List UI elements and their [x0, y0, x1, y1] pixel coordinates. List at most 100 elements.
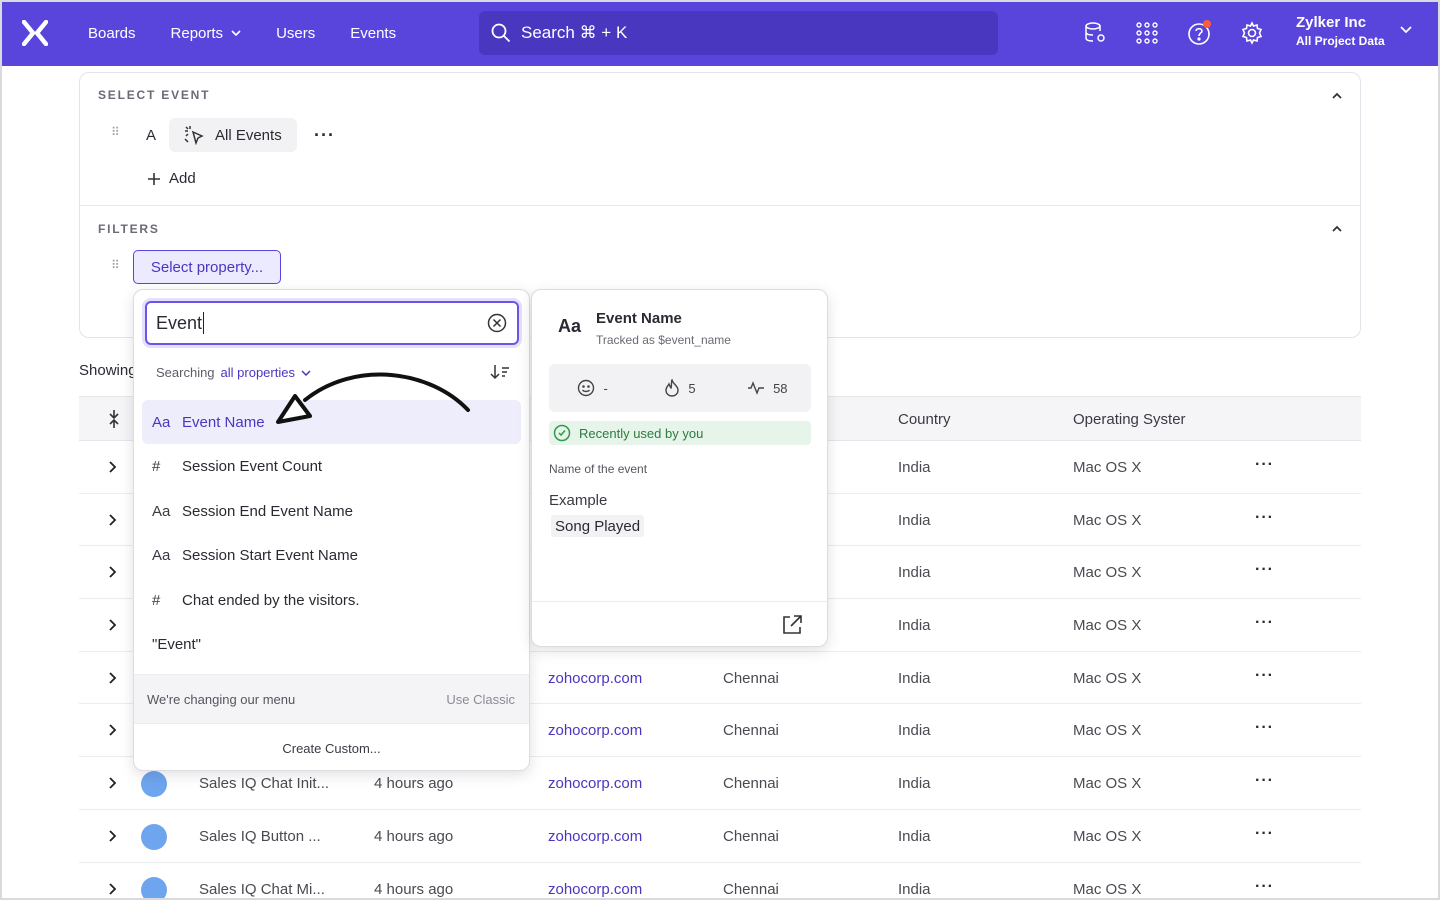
cell-event[interactable]: Sales IQ Chat Init... [199, 775, 329, 792]
example-label: Example [549, 492, 608, 509]
column-operating-system[interactable]: Operating Syster [1073, 411, 1186, 428]
row-more-icon[interactable]: ··· [1255, 456, 1274, 474]
cell-country: India [898, 775, 931, 793]
cell-time: 4 hours ago [374, 880, 454, 898]
select-event-title: SELECT EVENT [98, 88, 211, 102]
collapse-rows-icon[interactable] [107, 409, 121, 429]
cell-time: 4 hours ago [374, 827, 454, 845]
drag-handle-icon[interactable]: ⠿ [111, 259, 120, 271]
clear-circle-icon[interactable] [487, 313, 507, 333]
more-options-icon[interactable]: ··· [314, 125, 335, 146]
row-more-icon[interactable]: ··· [1255, 719, 1274, 737]
number-type-icon: # [152, 458, 161, 475]
nav-reports[interactable]: Reports [171, 25, 242, 42]
property-option-label: Session Start Event Name [182, 547, 358, 564]
apps-grid-icon[interactable] [1134, 20, 1160, 46]
property-option[interactable]: Aa Session End Event Name [142, 489, 521, 533]
all-events-chip[interactable]: All Events [169, 118, 297, 152]
chevron-right-icon[interactable] [109, 724, 117, 737]
help-icon[interactable] [1187, 20, 1213, 46]
smiley-icon [578, 379, 595, 397]
chevron-right-icon[interactable] [109, 514, 117, 526]
chevron-down-icon[interactable] [1400, 26, 1412, 34]
cell-domain-link[interactable]: zohocorp.com [548, 881, 642, 898]
column-country[interactable]: Country [898, 411, 951, 428]
property-option[interactable]: "Event" [142, 623, 521, 667]
property-option[interactable]: Aa Session Start Event Name [142, 534, 521, 578]
row-more-icon[interactable]: ··· [1255, 825, 1274, 843]
nav-users[interactable]: Users [276, 25, 315, 42]
cell-os: Mac OS X [1073, 459, 1142, 476]
cell-country: India [898, 511, 931, 529]
chevron-right-icon[interactable] [109, 461, 117, 473]
activity-icon [748, 381, 765, 395]
nav-boards[interactable]: Boards [88, 25, 136, 42]
cell-domain-link[interactable]: zohocorp.com [548, 775, 642, 792]
chevron-up-icon[interactable] [1330, 89, 1344, 103]
nav-users-label: Users [276, 24, 316, 42]
property-option-label: Chat ended by the visitors. [182, 591, 360, 609]
cell-domain-link[interactable]: zohocorp.com [548, 670, 642, 687]
recently-used-badge: Recently used by you [549, 421, 811, 445]
global-search[interactable]: Search ⌘ + K [479, 11, 998, 55]
card-title: Event Name [596, 310, 682, 327]
use-classic-link[interactable]: Use Classic [446, 692, 515, 707]
chevron-right-icon[interactable] [109, 672, 117, 684]
avatar [141, 771, 167, 798]
search-icon [491, 23, 511, 43]
property-option-label: "Event" [152, 636, 202, 653]
cell-event[interactable]: Sales IQ Chat Mi... [199, 881, 325, 898]
org-switcher[interactable]: Zylker Inc All Project Data [1296, 14, 1385, 48]
property-stats: - 5 58 [549, 364, 811, 412]
chevron-right-icon[interactable] [109, 777, 117, 789]
sort-icon[interactable] [490, 364, 510, 380]
drag-handle-icon[interactable]: ⠿ [111, 126, 120, 138]
avatar [141, 876, 167, 900]
stat-emoji: - [549, 364, 636, 412]
row-more-icon[interactable]: ··· [1255, 667, 1274, 685]
cell-domain-link[interactable]: zohocorp.com [548, 828, 642, 845]
chevron-right-icon[interactable] [109, 619, 117, 631]
event-label: All Events [215, 126, 282, 144]
external-link-icon[interactable] [781, 614, 803, 636]
settings-gear-icon[interactable] [1239, 20, 1265, 46]
cell-time: 4 hours ago [374, 775, 454, 793]
card-footer [532, 601, 827, 646]
cell-domain-link[interactable]: zohocorp.com [548, 722, 642, 739]
property-option[interactable]: # Chat ended by the visitors. [142, 578, 521, 622]
chevron-up-icon[interactable] [1330, 222, 1344, 236]
chevron-right-icon[interactable] [109, 566, 117, 579]
cell-os: Mac OS X [1073, 511, 1142, 529]
create-custom-button[interactable]: Create Custom... [134, 723, 529, 770]
cell-os: Mac OS X [1073, 880, 1142, 898]
row-more-icon[interactable]: ··· [1255, 614, 1274, 632]
chevron-right-icon[interactable] [109, 882, 117, 895]
org-name: Zylker Inc [1296, 14, 1367, 31]
clock-check-icon [553, 424, 571, 442]
property-option[interactable]: # Session Event Count [142, 445, 521, 489]
nav-events[interactable]: Events [350, 25, 396, 42]
table-row[interactable]: Sales IQ Button ... 4 hours ago zohocorp.c… [79, 810, 1361, 863]
row-more-icon[interactable]: ··· [1255, 878, 1274, 896]
text-type-icon: Aa [558, 316, 582, 336]
row-more-icon[interactable]: ··· [1255, 561, 1274, 579]
select-property-button[interactable]: Select property... [133, 250, 281, 284]
table-row[interactable]: Sales IQ Chat Mi... 4 hours ago zohocorp.c… [79, 863, 1361, 900]
chevron-right-icon[interactable] [109, 830, 117, 842]
cell-os: Mac OS X [1073, 775, 1142, 793]
cell-country: India [898, 459, 931, 476]
cell-os: Mac OS X [1073, 827, 1142, 845]
add-event-button[interactable]: Add [147, 170, 196, 187]
property-search-input[interactable]: Event [145, 301, 519, 345]
stat-activity-value: 58 [773, 380, 788, 396]
database-settings-icon[interactable] [1082, 20, 1108, 46]
searching-prefix: Searching [156, 365, 215, 380]
cell-event[interactable]: Sales IQ Button ... [199, 828, 321, 845]
app-logo[interactable] [0, 0, 70, 66]
cell-country: India [898, 722, 931, 740]
cell-country: India [898, 564, 931, 582]
row-more-icon[interactable]: ··· [1255, 509, 1274, 527]
showing-label: Showing [79, 362, 137, 379]
divider [80, 205, 1360, 206]
row-more-icon[interactable]: ··· [1255, 772, 1274, 790]
